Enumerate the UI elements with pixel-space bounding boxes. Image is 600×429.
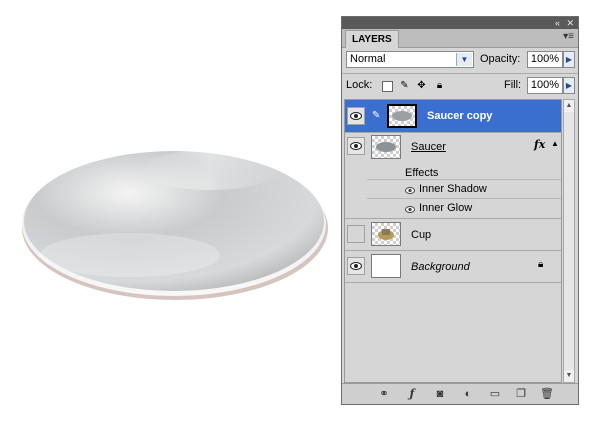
folder-icon[interactable]: ▭ [488, 387, 502, 401]
divider [342, 73, 578, 74]
layer-name[interactable]: Saucer copy [427, 109, 492, 123]
panel-menu-icon[interactable]: ▾≡ [563, 31, 574, 42]
layer-thumbnail[interactable] [371, 222, 401, 246]
fx-icon[interactable]: fx [534, 138, 545, 151]
blend-mode-value: Normal [350, 53, 386, 65]
link-icon[interactable]: ⚭ [377, 387, 391, 401]
lock-label: Lock: [346, 79, 373, 91]
adjustment-icon[interactable]: ◐ [461, 387, 475, 401]
layer-name[interactable]: Cup [411, 228, 431, 242]
tab-layers[interactable]: LAYERS [345, 30, 399, 48]
saucer-artwork [22, 150, 328, 300]
lock-fill-row: Lock: ✎ ✥ 🔒︎ Fill: 100% ▶ [346, 76, 575, 96]
close-icon[interactable]: ✕ [566, 17, 574, 29]
lock-position-move-icon[interactable]: ✥ [416, 80, 427, 91]
panel-tab-row: LAYERS ▾≡ [342, 29, 578, 48]
visibility-eye-icon[interactable] [347, 107, 365, 125]
visibility-eye-icon[interactable] [347, 257, 365, 275]
brush-active-icon: ✎ [372, 110, 381, 121]
fill-slider-arrow-icon[interactable]: ▶ [563, 77, 575, 94]
opacity-label: Opacity: [480, 53, 521, 65]
effect-name: Inner Glow [419, 202, 473, 214]
layers-panel: « ✕ LAYERS ▾≡ Normal ▼ Opacity: 100% ▶ L… [341, 16, 579, 405]
layer-row-cup[interactable]: Cup [345, 218, 561, 251]
document-canvas[interactable] [0, 0, 340, 426]
layer-row-saucer[interactable]: Saucer fx ▲ Effects Inner Shadow Inner G… [345, 132, 561, 219]
layer-thumbnail[interactable] [371, 135, 401, 159]
scroll-up-icon[interactable]: ▲ [564, 100, 574, 112]
collapse-icon[interactable]: « [555, 17, 560, 29]
layer-thumbnail[interactable] [371, 254, 401, 278]
opacity-input[interactable]: 100% [527, 51, 563, 68]
collapse-effects-triangle-icon[interactable]: ▲ [551, 139, 559, 148]
effect-visibility-eye-icon[interactable] [405, 185, 415, 197]
layer-name[interactable]: Background [411, 260, 470, 274]
new-layer-icon[interactable]: ❐ [514, 387, 528, 401]
panel-bottom-bar: ⚭ ƒ ◙ ◐ ▭ ❐ 🗑︎ [342, 383, 578, 404]
layer-row-saucer-copy[interactable]: ✎ Saucer copy [345, 100, 561, 133]
panel-titlebar: « ✕ [342, 17, 578, 29]
fill-input[interactable]: 100% [527, 77, 563, 94]
lock-pixels-brush-icon[interactable]: ✎ [399, 80, 410, 91]
mask-icon[interactable]: ◙ [433, 387, 447, 401]
layers-scrollbar[interactable]: ▲ ▼ [563, 99, 575, 383]
layer-row-background[interactable]: Background 🔒︎ [345, 250, 561, 283]
fx-icon[interactable]: ƒ [405, 387, 419, 401]
lock-all-icon[interactable]: 🔒︎ [434, 80, 445, 91]
effect-name: Inner Shadow [419, 183, 487, 195]
trash-icon[interactable]: 🗑︎ [540, 387, 554, 401]
layer-name[interactable]: Saucer [411, 140, 446, 154]
fill-label: Fill: [504, 79, 522, 91]
layer-thumbnail[interactable] [387, 104, 417, 128]
lock-transparency-icon[interactable] [382, 81, 393, 92]
lock-icon: 🔒︎ [538, 259, 544, 270]
chevron-down-icon[interactable]: ▼ [456, 53, 472, 66]
blend-opacity-row: Normal ▼ Opacity: 100% ▶ [346, 50, 575, 70]
scroll-down-icon[interactable]: ▼ [564, 370, 574, 382]
layers-list: ✎ Saucer copy Saucer fx ▲ Effects Inner … [344, 99, 562, 383]
effect-visibility-eye-icon[interactable] [405, 204, 415, 216]
opacity-slider-arrow-icon[interactable]: ▶ [563, 51, 575, 68]
visibility-eye-icon[interactable] [347, 137, 365, 155]
effects-label: Effects [405, 167, 439, 179]
effect-row-inner-glow[interactable]: Inner Glow [367, 198, 561, 218]
blend-mode-select[interactable]: Normal ▼ [346, 51, 474, 68]
visibility-eye-hidden-icon[interactable] [347, 225, 365, 243]
effect-row-inner-shadow[interactable]: Inner Shadow [367, 179, 561, 199]
